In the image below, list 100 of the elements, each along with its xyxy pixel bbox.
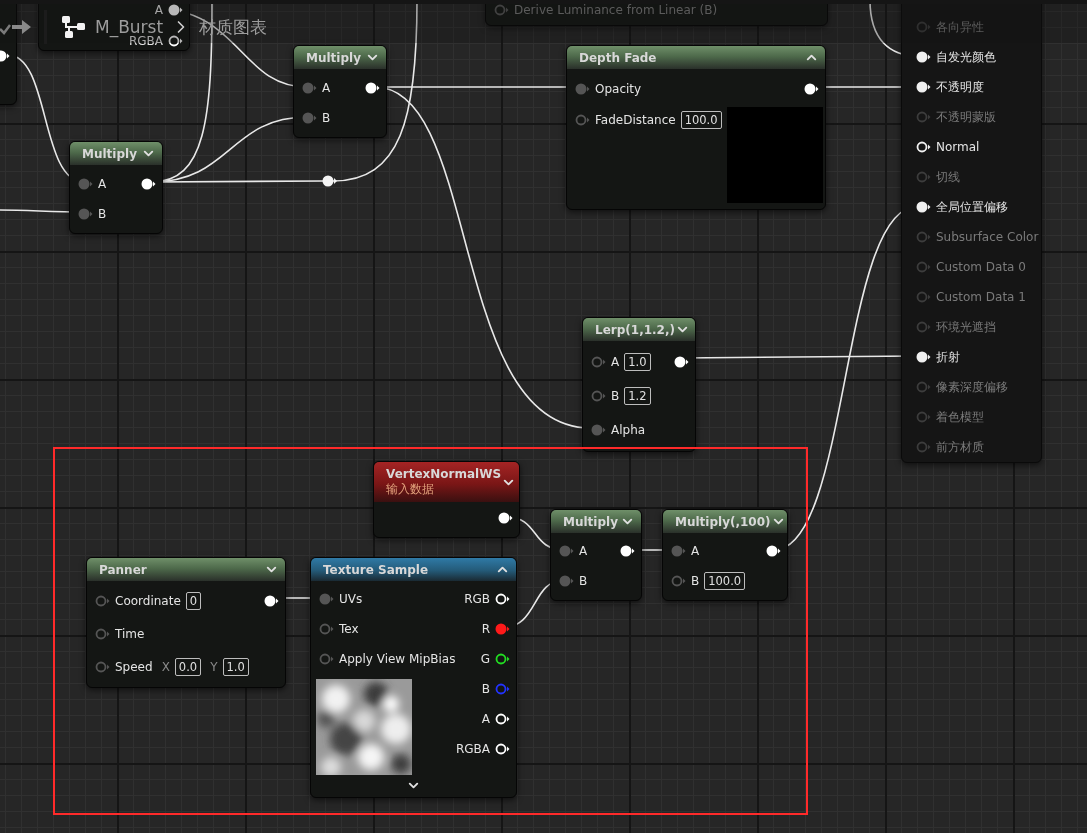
input-pin[interactable] — [916, 51, 931, 63]
graph-node[interactable]: Multiply A B — [69, 141, 163, 234]
output-pin[interactable] — [365, 82, 380, 94]
pin-label: Subsurface Color — [936, 230, 1039, 244]
value-field[interactable]: 100.0 — [704, 572, 746, 590]
output-pin[interactable] — [495, 713, 510, 725]
input-pin[interactable] — [916, 201, 931, 213]
pin-label: B — [691, 574, 700, 588]
input-pin[interactable] — [916, 141, 931, 153]
pin-label: Custom Data 0 — [936, 260, 1026, 274]
node-title: Multiply(,100) — [675, 514, 771, 529]
input-pin[interactable] — [559, 545, 574, 557]
input-pin[interactable] — [559, 575, 574, 587]
input-pin[interactable] — [916, 81, 931, 93]
pin-label: Derive Luminance from Linear (B) — [514, 3, 718, 17]
input-pin[interactable] — [319, 593, 334, 605]
pin-label: 着色模型 — [936, 408, 984, 426]
pin-label: B — [611, 389, 620, 403]
pin-label: 环境光遮挡 — [936, 318, 996, 336]
graph-node[interactable]: Multiply(,100) A B 100.0 — [662, 509, 788, 601]
value-field[interactable]: 1.2 — [624, 387, 651, 405]
node-title: VertexNormalWS — [386, 466, 502, 481]
pin-label: A — [322, 81, 331, 95]
value-field[interactable]: 1.0 — [222, 657, 249, 676]
pin-label: RGB — [464, 592, 490, 606]
input-pin[interactable] — [494, 4, 509, 16]
pin-label: G — [480, 652, 490, 666]
input-pin[interactable] — [591, 356, 606, 368]
pin-label: R — [481, 622, 490, 636]
output-pin[interactable] — [168, 3, 183, 16]
value-field[interactable]: 0.0 — [174, 657, 202, 676]
output-pin[interactable] — [804, 82, 819, 95]
input-pin[interactable] — [95, 660, 110, 673]
pin-label: RGBA — [455, 742, 490, 756]
node-title: Multiply — [82, 146, 137, 161]
output-pin[interactable] — [495, 743, 510, 755]
pin-label: B — [98, 207, 107, 221]
input-pin[interactable] — [591, 390, 606, 402]
output-pin[interactable] — [495, 653, 510, 665]
value-field[interactable]: 100.0 — [680, 110, 722, 129]
pin-label: Opacity — [595, 81, 642, 96]
input-pin[interactable] — [916, 351, 931, 363]
pin-label: FadeDistance — [595, 112, 676, 127]
pin-label: 自发光颜色 — [936, 48, 996, 66]
output-pin[interactable] — [141, 178, 156, 190]
node-subtitle: 输入数据 — [386, 480, 435, 498]
pin-label: Time — [115, 626, 145, 641]
pin-label: 切线 — [936, 168, 960, 186]
graph-node[interactable]: Multiply A B — [293, 45, 387, 138]
graph-node[interactable]: Panner Coordinate 0 Time Speed X 0.0 Y 1.0 — [86, 557, 286, 688]
output-pin[interactable] — [620, 545, 635, 557]
reroute-knot[interactable] — [322, 175, 337, 187]
input-pin[interactable] — [319, 623, 334, 635]
value-field[interactable]: 1.0 — [624, 353, 651, 371]
pin-label: A — [579, 544, 588, 558]
pin-label: 折射 — [936, 348, 960, 366]
input-pin[interactable] — [78, 178, 93, 190]
pin-label: Alpha — [611, 423, 646, 437]
input-pin[interactable] — [575, 113, 590, 126]
output-pin[interactable] — [168, 34, 183, 47]
graph-node[interactable]: VertexNormalWS 输入数据 — [373, 461, 520, 538]
pin-label: Apply View MipBias — [339, 652, 456, 666]
input-pin[interactable] — [302, 82, 317, 94]
output-pin[interactable] — [264, 594, 279, 607]
pin-label: 各向异性 — [936, 18, 984, 36]
input-pin[interactable] — [591, 424, 606, 436]
input-pin[interactable] — [95, 627, 110, 640]
output-pin[interactable] — [495, 593, 510, 605]
graph-node[interactable]: Lerp(1,1.2,) A 1.0 B 1.2 Alpha — [582, 317, 696, 452]
node-title: Texture Sample — [323, 562, 429, 577]
output-pin[interactable] — [498, 512, 513, 524]
output-pin[interactable] — [766, 545, 781, 557]
input-pin[interactable] — [671, 545, 686, 557]
pin-label: 全局位置偏移 — [936, 198, 1008, 216]
graph-icon[interactable] — [61, 15, 87, 39]
pin-label: B — [322, 111, 331, 125]
pin-label: B — [481, 682, 490, 696]
output-pin[interactable] — [674, 356, 689, 368]
graph-node[interactable]: Multiply A B — [550, 509, 642, 601]
arrow-icon[interactable] — [0, 17, 32, 37]
pin-label: A — [611, 355, 620, 369]
node-title: Panner — [99, 562, 147, 577]
input-pin[interactable] — [319, 653, 334, 665]
input-pin[interactable] — [302, 112, 317, 124]
node-title: Multiply — [306, 50, 361, 65]
input-pin[interactable] — [575, 82, 590, 95]
axis-label: X — [161, 659, 170, 674]
axis-label: Y — [210, 659, 218, 674]
graph-node[interactable]: Depth Fade Opacity FadeDistance 100.0 — [566, 45, 826, 210]
value-field[interactable]: 0 — [185, 591, 202, 610]
graph-node[interactable]: Texture Sample UVs RGB Tex R Apply View MipBias G B A RGBA — [310, 557, 517, 798]
pin-label: A — [98, 177, 107, 191]
input-pin[interactable] — [671, 575, 686, 587]
input-pin[interactable] — [95, 594, 110, 607]
pin-label: A — [691, 544, 700, 558]
pin-label: 像素深度偏移 — [936, 378, 1008, 396]
input-pin[interactable] — [78, 208, 93, 220]
pin-label: A — [154, 2, 163, 17]
pin-label: A — [481, 712, 490, 726]
pin-label: B — [579, 574, 588, 588]
